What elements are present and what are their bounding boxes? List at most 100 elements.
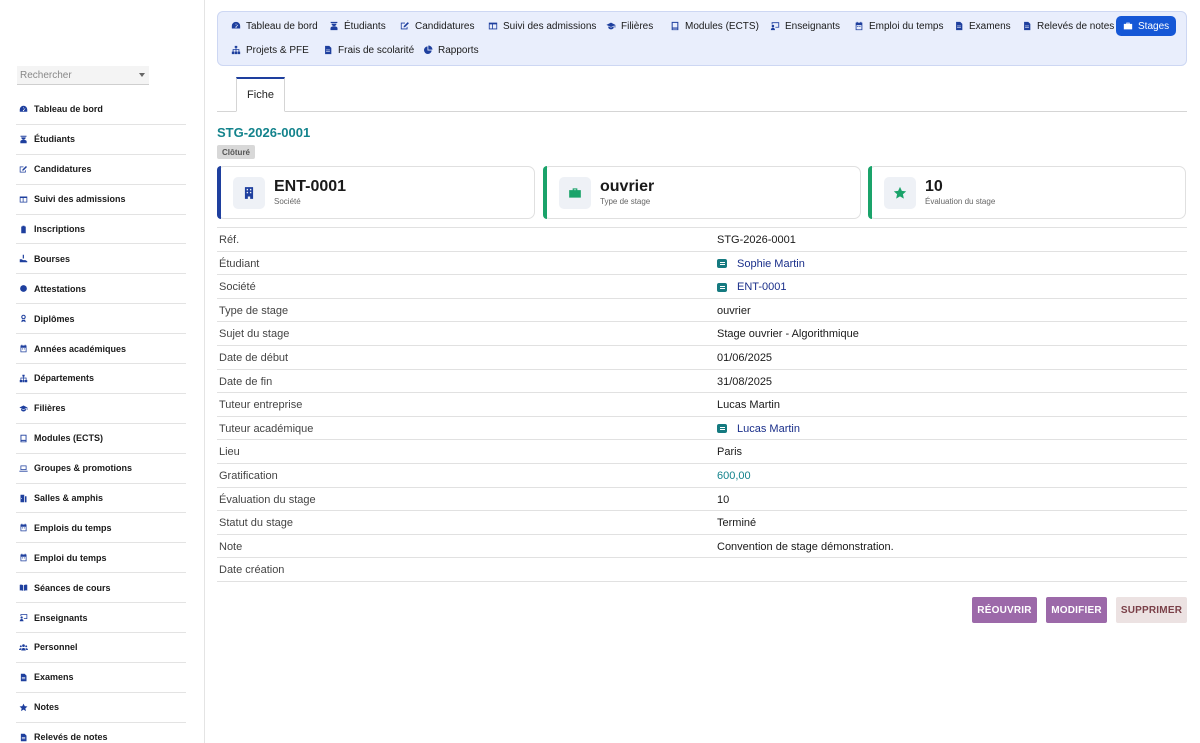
nav-item[interactable]: Suivi des admissions [481,16,603,36]
detail-key: Date de fin [219,375,273,388]
nav-item[interactable]: Emploi du temps [847,16,950,36]
sidebar-item[interactable]: Enseignants [16,603,186,634]
sidebar-item[interactable]: Étudiants [16,125,186,155]
search-placeholder: Rechercher [20,70,72,81]
sidebar-item[interactable]: Personnel [16,633,186,663]
detail-row: Société ENT-0001 [217,275,1187,299]
sidebar-item[interactable]: Attestations [16,274,186,305]
sidebar-item[interactable]: Examens [16,663,186,693]
nav-item[interactable]: Projets & PFE [224,40,316,60]
card-value: ouvrier [600,178,655,195]
top-navigation: Tableau de bord Étudiants Candidatures Suiv… [217,11,1187,66]
edit-button[interactable]: MODIFIER [1046,597,1107,623]
sidebar-item[interactable]: Emplois du temps [16,513,186,544]
sidebar-item-label: Candidatures [34,164,92,175]
nav-item[interactable]: Modules (ECTS) [663,16,766,36]
sidebar-item[interactable]: Filières [16,394,186,424]
student-icon [329,21,344,31]
summary-card: ENT-0001 Société [217,166,535,219]
detail-key: Évaluation du stage [219,493,316,506]
detail-key: Note [219,540,243,553]
card-accent [543,166,547,219]
detail-value-text[interactable]: Lucas Martin [737,423,800,435]
sidebar-item[interactable]: Salles & amphis [16,484,186,514]
nav-item[interactable]: Relevés de notes [1015,16,1121,36]
sidebar-item-label: Tableau de bord [34,104,103,115]
sidebar-item[interactable]: Notes [16,693,186,723]
sidebar-item[interactable]: Tableau de bord [16,95,186,125]
detail-value-text: Convention de stage démonstration. [717,540,894,553]
nav-item[interactable]: Frais de scolarité [316,40,421,60]
calendar-icon [19,523,28,532]
detail-row: Sujet du stage Stage ouvrier - Algorithmi… [217,322,1187,346]
nav-item-label: Enseignants [785,20,841,32]
sidebar-item[interactable]: Suivi des admissions [16,185,186,215]
sidebar-item-label: Enseignants [34,612,88,623]
sidebar-item-label: Personnel [34,642,78,653]
nav-item[interactable]: Étudiants [322,16,393,36]
detail-value-text[interactable]: Sophie Martin [737,258,805,270]
book-icon [19,434,28,443]
summary-card: 10 Évaluation du stage [868,166,1186,219]
sidebar-item-label: Modules (ECTS) [34,433,103,444]
detail-value: Convention de stage démonstration. [717,541,894,553]
detail-value[interactable]: ENT-0001 [717,281,787,293]
tab-fiche[interactable]: Fiche [236,77,285,112]
sidebar-item[interactable]: Inscriptions [16,215,186,245]
sidebar-item[interactable]: Départements [16,364,186,394]
detail-row: Date de fin 31/08/2025 [217,370,1187,394]
sidebar-item[interactable]: Modules (ECTS) [16,424,186,454]
detail-value-text: Paris [717,446,743,459]
sidebar-item-label: Inscriptions [34,224,86,234]
id-card-icon [717,259,727,269]
sidebar-item[interactable]: Groupes & promotions [16,454,186,484]
award-icon [19,314,28,323]
detail-value[interactable]: Sophie Martin [717,258,805,270]
chevron-down-icon [139,73,145,77]
nav-item[interactable]: Tableau de bord [224,16,325,36]
detail-value: 600,00 [717,470,751,482]
sidebar-item-label: Étudiants [34,134,76,145]
nav-item[interactable]: Enseignants [763,16,847,36]
record-title: STG-2026-0001 [217,125,311,140]
card-label: Évaluation du stage [925,197,996,206]
nav-item[interactable]: Filières [599,16,660,36]
detail-value-text[interactable]: ENT-0001 [737,281,787,293]
sidebar-item-label: Séances de cours [34,582,111,593]
nav-item-label: Tableau de bord [246,20,318,32]
sidebar-item[interactable]: Bourses [16,244,186,275]
detail-row: Tuteur entreprise Lucas Martin [217,393,1187,417]
sidebar-item[interactable]: Séances de cours [16,573,186,604]
delete-button[interactable]: SUPPRIMER [1116,597,1187,623]
nav-item-label: Projets & PFE [246,44,309,56]
sidebar-item[interactable]: Candidatures [16,155,186,185]
nav-item[interactable]: Candidatures [393,16,481,36]
laptop-icon [19,464,28,473]
detail-value-text: Stage ouvrier - Algorithmique [717,328,859,341]
nav-item[interactable]: Rapports [416,40,486,60]
student-icon [19,135,28,144]
detail-value-text: Lucas Martin [717,399,780,412]
nav-item[interactable]: Examens [947,16,1018,36]
detail-value-text: 31/08/2025 [717,375,773,388]
nav-item-label: Stages [1138,20,1170,32]
sidebar-item-label: Départements [34,373,95,384]
detail-key: Tuteur entreprise [219,399,303,412]
detail-value[interactable]: Lucas Martin [717,423,800,435]
book-icon [670,21,685,31]
sidebar-item[interactable]: Diplômes [16,304,186,335]
sidebar-item[interactable]: Relevés de notes [16,723,186,743]
certificate-icon [19,284,28,293]
sidebar-item[interactable]: Années académiques [16,334,186,365]
users-icon [19,643,28,652]
nav-item[interactable]: Stages [1116,16,1177,36]
nav-item-label: Étudiants [344,20,386,32]
sidebar-item-label: Salles & amphis [34,493,104,504]
briefcase-icon [1123,21,1138,31]
search-select[interactable]: Rechercher [17,66,149,85]
sitemap-icon [19,374,28,383]
sidebar-item[interactable]: Emploi du temps [16,543,186,574]
door-icon [19,494,28,503]
reopen-button[interactable]: RÉOUVRIR [972,597,1037,623]
sidebar-item-label: Emploi du temps [34,552,107,563]
